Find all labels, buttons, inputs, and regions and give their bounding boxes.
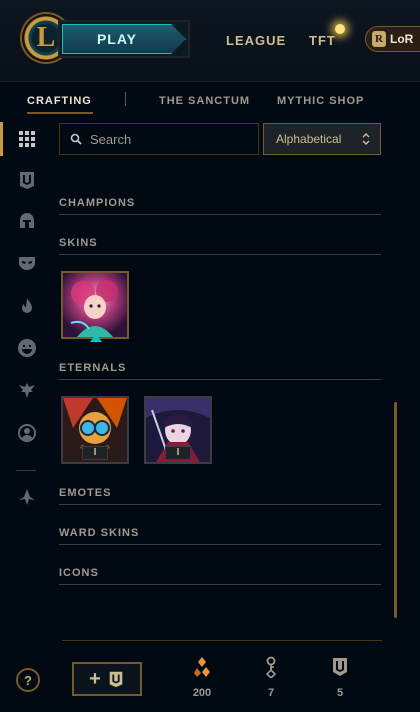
section-divider: [59, 504, 381, 505]
section-divider: [59, 214, 381, 215]
section-eternals[interactable]: ETERNALS: [59, 362, 126, 374]
subnav-divider: [125, 92, 126, 106]
eternal-tile[interactable]: I: [144, 396, 212, 464]
sort-selected-label: Alphabetical: [276, 132, 342, 146]
sub-nav: CRAFTING THE SANCTUM MYTHIC SHOP: [0, 82, 420, 120]
grid-icon[interactable]: [14, 126, 40, 152]
section-ward-skins[interactable]: WARD SKINS: [59, 527, 139, 539]
chest-counter: 5: [320, 656, 360, 699]
lor-label: LoR: [390, 32, 414, 46]
tab-crafting[interactable]: CRAFTING: [27, 95, 92, 107]
section-divider: [59, 544, 381, 545]
chest-value: 5: [336, 687, 344, 699]
footer-divider: [62, 640, 382, 641]
eternal-tile[interactable]: I: [61, 396, 129, 464]
sidebar-divider: [16, 470, 36, 471]
helmet-icon[interactable]: [14, 208, 40, 234]
active-tab-underline: [27, 112, 93, 114]
key-counter: 7: [251, 656, 291, 699]
orange-essence-counter: 200: [182, 656, 222, 699]
nav-league[interactable]: LEAGUE: [226, 33, 286, 48]
search-icon: [70, 133, 82, 145]
add-chest-button[interactable]: +: [72, 662, 142, 696]
section-skins[interactable]: SKINS: [59, 237, 98, 249]
notification-glow-icon: [335, 24, 345, 34]
key-value: 7: [267, 687, 275, 699]
sidebar-active-indicator: [0, 122, 3, 156]
section-champions[interactable]: CHAMPIONS: [59, 197, 135, 209]
orange-essence-value: 200: [192, 687, 212, 699]
lor-logo-icon: R: [372, 31, 386, 47]
fire-icon[interactable]: [14, 293, 40, 319]
chevron-updown-icon: [362, 133, 370, 145]
tab-the-sanctum[interactable]: THE SANCTUM: [159, 95, 250, 107]
tab-mythic-shop[interactable]: MYTHIC SHOP: [277, 95, 364, 107]
help-button[interactable]: ?: [16, 668, 40, 692]
arrow-up-icon[interactable]: [14, 484, 40, 510]
help-label: ?: [24, 672, 32, 688]
section-icons[interactable]: ICONS: [59, 567, 99, 579]
skin-shard-tile[interactable]: [61, 271, 129, 339]
section-divider: [59, 379, 381, 380]
eternal-series-badge: I: [82, 446, 108, 460]
top-bar: L PLAY LEAGUE TFT R LoR: [0, 0, 420, 82]
sort-dropdown[interactable]: Alphabetical: [263, 123, 381, 155]
nav-tft[interactable]: TFT: [309, 33, 336, 48]
search-field[interactable]: [59, 123, 259, 155]
scrollbar-thumb[interactable]: [394, 402, 397, 618]
section-divider: [59, 584, 381, 585]
lor-button[interactable]: R LoR: [365, 26, 420, 52]
orange-essence-icon: [194, 657, 210, 677]
section-divider: [59, 254, 381, 255]
key-icon: [265, 656, 277, 678]
eternal-series-badge: I: [165, 446, 191, 460]
section-emotes[interactable]: EMOTES: [59, 487, 111, 499]
search-input[interactable]: [90, 131, 250, 147]
ward-icon[interactable]: [14, 377, 40, 403]
mask-icon[interactable]: [14, 250, 40, 276]
chest-icon: [333, 658, 347, 676]
chest-icon[interactable]: [14, 167, 40, 193]
play-button-label: PLAY: [62, 24, 186, 54]
add-label: +: [89, 667, 101, 690]
skin-portrait-image: [63, 273, 127, 337]
profile-icon[interactable]: [14, 420, 40, 446]
chest-icon: [109, 671, 123, 688]
play-button[interactable]: PLAY: [58, 20, 190, 58]
skin-tile-pointer-icon: [90, 334, 102, 342]
emote-icon[interactable]: [14, 335, 40, 361]
